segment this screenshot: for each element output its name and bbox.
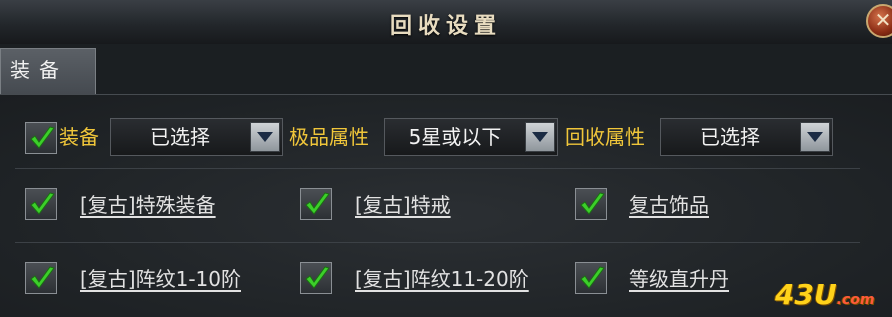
tab-equipment[interactable]: 装备 bbox=[0, 48, 96, 94]
equip-dropdown-value: 已选择 bbox=[150, 125, 210, 149]
recycle-attr-dropdown-value: 已选择 bbox=[700, 125, 760, 149]
divider bbox=[15, 242, 860, 243]
equip-dropdown[interactable]: 已选择 bbox=[110, 118, 283, 156]
watermark-text: 43U bbox=[775, 278, 837, 311]
checkmark-icon bbox=[30, 266, 55, 289]
checkmark-icon bbox=[30, 192, 55, 215]
recycle-attr-dropdown[interactable]: 已选择 bbox=[660, 118, 833, 156]
equip-label: 装备 bbox=[59, 125, 99, 149]
window-title: 回收设置 bbox=[389, 13, 502, 39]
option-checkbox[interactable] bbox=[25, 188, 57, 220]
checkmark-icon bbox=[580, 192, 605, 215]
close-icon: ✕ bbox=[874, 8, 892, 32]
option-label[interactable]: [复古]特戒 bbox=[355, 190, 451, 220]
option-label[interactable]: 等级直升丹 bbox=[629, 264, 729, 294]
checkmark-icon bbox=[580, 266, 605, 289]
chevron-down-icon[interactable] bbox=[800, 122, 830, 152]
settings-panel: 装备 已选择 极品属性 5星或以下 回收属性 已选择 [复古]特殊装备 [复古]… bbox=[0, 95, 892, 317]
equip-checkbox[interactable] bbox=[25, 122, 57, 154]
checkmark-icon bbox=[305, 266, 330, 289]
title-bar: 回收设置 ✕ bbox=[0, 0, 892, 45]
divider bbox=[15, 168, 860, 169]
option-label[interactable]: [复古]阵纹1-10阶 bbox=[80, 264, 241, 294]
option-label[interactable]: 复古饰品 bbox=[629, 190, 709, 220]
quality-dropdown[interactable]: 5星或以下 bbox=[384, 118, 558, 156]
checkmark-icon bbox=[305, 192, 330, 215]
tab-bar: 装备 bbox=[0, 44, 892, 95]
option-checkbox[interactable] bbox=[300, 188, 332, 220]
watermark-logo: 43U.com bbox=[775, 278, 875, 312]
chevron-down-icon[interactable] bbox=[250, 122, 280, 152]
quality-label: 极品属性 bbox=[289, 125, 369, 149]
option-label[interactable]: [复古]特殊装备 bbox=[80, 190, 216, 220]
checkmark-icon bbox=[30, 126, 55, 149]
chevron-down-icon[interactable] bbox=[525, 122, 555, 152]
close-button[interactable]: ✕ bbox=[866, 4, 892, 38]
option-checkbox[interactable] bbox=[300, 262, 332, 294]
option-label[interactable]: [复古]阵纹11-20阶 bbox=[355, 264, 529, 294]
option-checkbox[interactable] bbox=[575, 188, 607, 220]
option-checkbox[interactable] bbox=[25, 262, 57, 294]
recycle-attr-label: 回收属性 bbox=[565, 125, 645, 149]
quality-dropdown-value: 5星或以下 bbox=[408, 125, 502, 149]
watermark-suffix: .com bbox=[836, 292, 875, 308]
option-checkbox[interactable] bbox=[575, 262, 607, 294]
